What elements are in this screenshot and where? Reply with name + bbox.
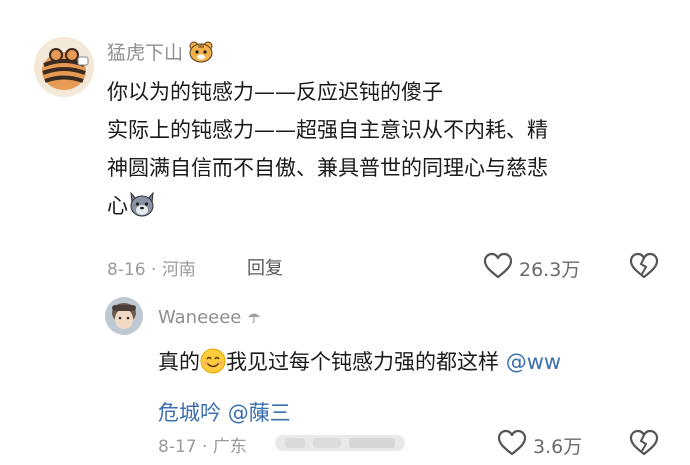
heart-outline-icon	[483, 252, 513, 285]
avatar[interactable]	[34, 37, 94, 97]
mention-link[interactable]: @ww	[506, 350, 561, 374]
meta-separator: ·	[202, 437, 208, 457]
reply-location: 广东	[212, 437, 247, 457]
reply-meta: 8-17 · 广东	[158, 432, 247, 457]
comment-username[interactable]: 猛虎下山	[107, 38, 213, 68]
reply-username[interactable]: Waneeee	[158, 307, 261, 328]
dislike-button[interactable]	[628, 252, 660, 284]
comment-body: 你以为的钝感力——反应迟钝的傻子 实际上的钝感力——超强自主意识从不内耗、精 神…	[107, 73, 677, 229]
broken-heart-icon	[629, 252, 659, 279]
broken-heart-icon	[629, 429, 659, 456]
dislike-button[interactable]	[628, 429, 660, 461]
reply-line: 危城吟 @蔯三	[158, 390, 668, 436]
username-text: Waneeee	[158, 307, 242, 328]
tiger-avatar-icon	[34, 37, 94, 97]
wolf-face-icon	[128, 191, 156, 229]
mention-link[interactable]: @蔯三	[228, 401, 291, 425]
like-button[interactable]: 26.3万	[483, 252, 580, 285]
user-avatar-icon	[105, 297, 143, 335]
reply-text-before: 真的	[158, 350, 200, 374]
comment-line: 你以为的钝感力——反应迟钝的傻子	[107, 80, 443, 104]
reply-body: 真的 我见过每个钝感力强的都这样 @ww 危城吟 @蔯三	[158, 339, 668, 436]
reply-avatar[interactable]	[105, 297, 143, 335]
comment-line-text: 心	[107, 194, 128, 218]
comment-date: 8-16	[107, 260, 146, 280]
reply-line: 真的 我见过每个钝感力强的都这样 @ww	[158, 339, 668, 390]
comment-line-last: 心	[107, 187, 677, 229]
smiling-face-icon	[200, 344, 226, 390]
like-button[interactable]: 3.6万	[497, 429, 582, 462]
like-count: 26.3万	[519, 259, 581, 281]
reply-date: 8-17	[158, 437, 197, 457]
comment-location: 河南	[161, 260, 196, 280]
username-text: 猛虎下山	[107, 42, 184, 64]
reply-text-after: 我见过每个钝感力强的都这样	[226, 350, 499, 374]
umbrella-icon	[247, 307, 261, 328]
comment-meta: 8-16 · 河南	[107, 255, 196, 280]
watermark-smudge	[275, 429, 405, 461]
like-count: 3.6万	[533, 436, 583, 458]
tiger-face-icon	[189, 41, 213, 68]
comment-line: 实际上的钝感力——超强自主意识从不内耗、精	[107, 118, 548, 142]
reply-button[interactable]: 回复	[247, 254, 283, 280]
comment-line: 神圆满自信而不自傲、兼具普世的同理心与慈悲	[107, 156, 548, 180]
meta-separator: ·	[151, 260, 157, 280]
heart-outline-icon	[497, 429, 527, 462]
mention-link-continued[interactable]: 危城吟	[158, 401, 221, 425]
